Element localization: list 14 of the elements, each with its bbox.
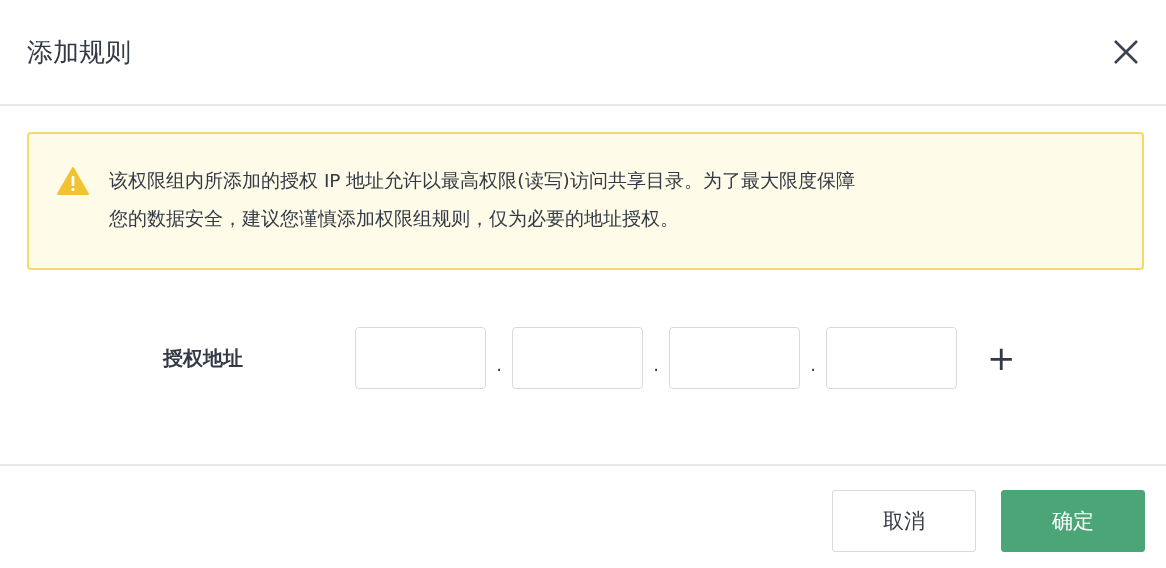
input-field[interactable] — [669, 327, 800, 389]
separator-dot: . — [495, 352, 503, 375]
cancel-button[interactable]: 取消 — [832, 490, 976, 552]
input-field[interactable] — [512, 327, 643, 389]
separator-dot: . — [809, 352, 817, 375]
field-label: 授权地址 — [161, 344, 244, 372]
dialog-title: 添加规则 — [27, 35, 131, 69]
close-icon[interactable] — [1113, 39, 1139, 65]
warning-icon — [57, 167, 89, 195]
add-button[interactable]: + — [983, 341, 1020, 375]
input-field[interactable] — [826, 327, 957, 389]
separator-dot: . — [652, 352, 660, 375]
input-field[interactable] — [355, 327, 486, 389]
warning-text: 该权限组内所添加的授权 IP 地址允许以最高权限(读写)访问共享目录。为了最大限度保障您的数据安全，建议您谨慎添加权限组规则，仅为必要的地址授权。 — [109, 169, 856, 231]
